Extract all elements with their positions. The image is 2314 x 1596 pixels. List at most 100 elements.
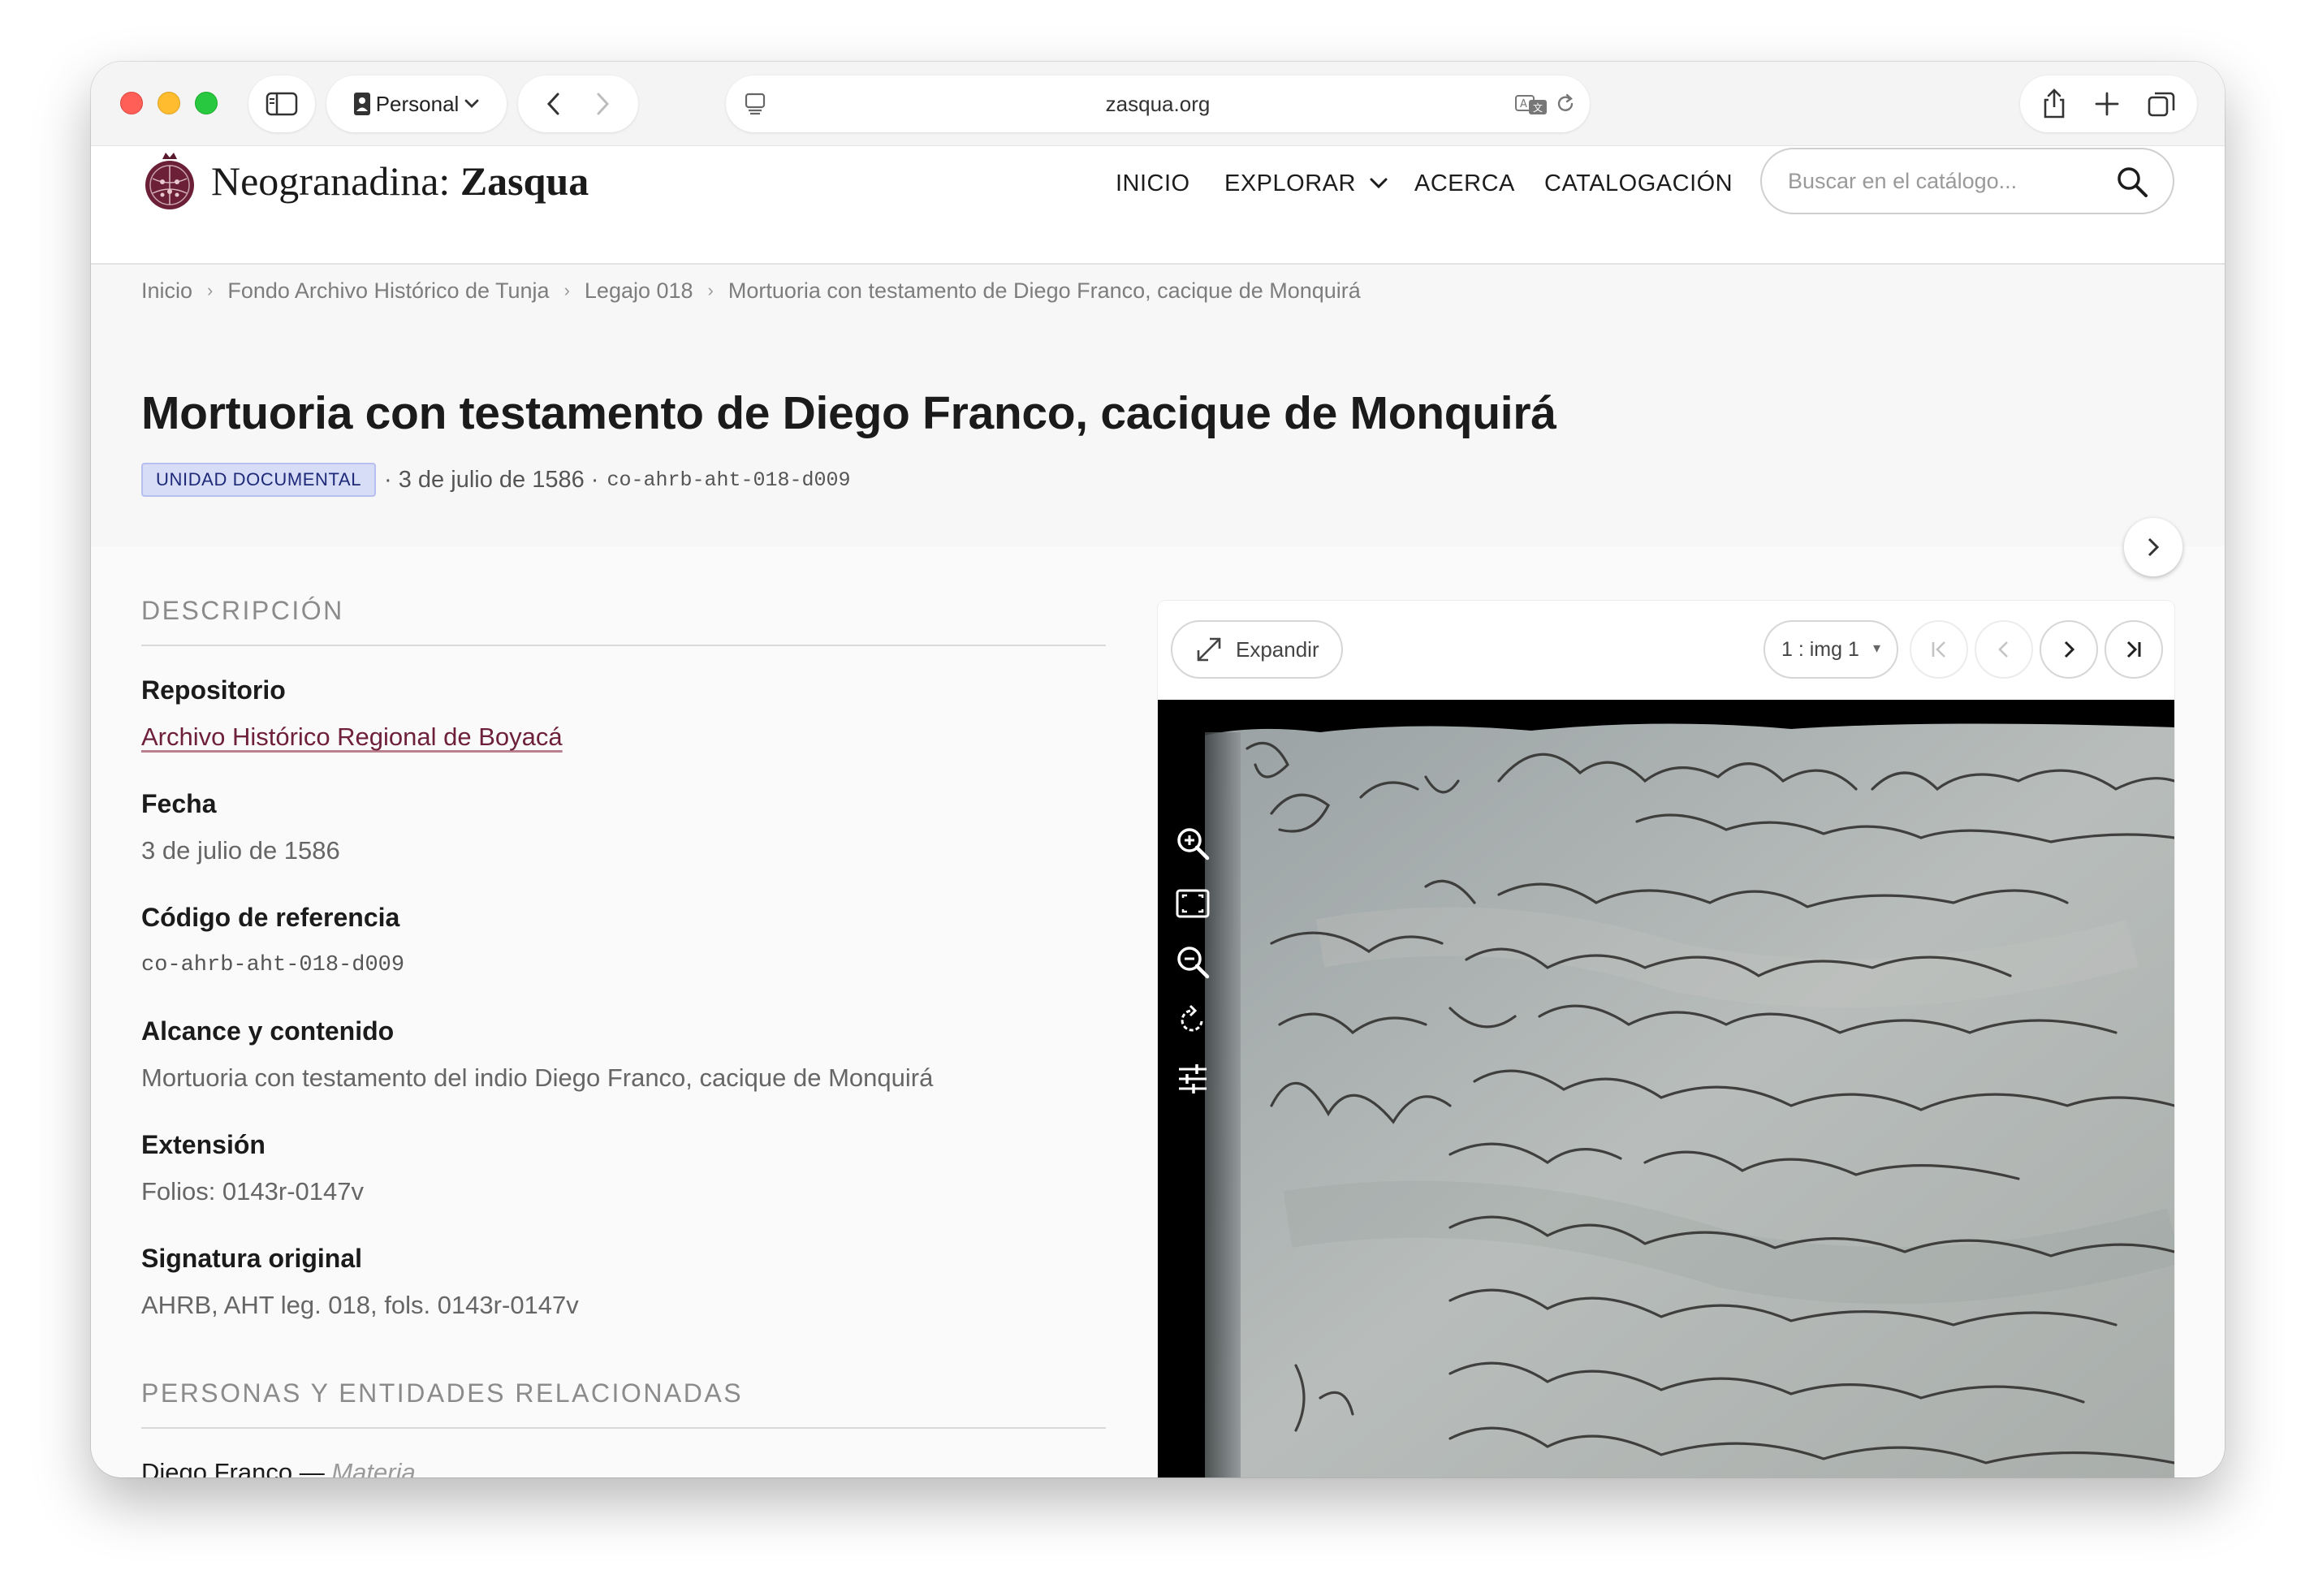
nav-explorar[interactable]: EXPLORAR [1224, 161, 1388, 206]
next-image-button[interactable] [2040, 620, 2098, 679]
record-code: co-ahrb-aht-018-d009 [607, 468, 851, 492]
back-icon[interactable] [544, 91, 563, 117]
image-select[interactable]: 1 : img 1 ▾ [1764, 620, 1898, 679]
nav-catalogacion-label: CATALOGACIÓN [1544, 170, 1733, 196]
repository-link[interactable]: Archivo Histórico Regional de Boyacá [141, 723, 563, 752]
skip-first-icon [1932, 641, 1945, 658]
previous-image-button[interactable] [1975, 620, 2033, 679]
share-icon[interactable] [2041, 88, 2067, 119]
sidebar-icon [266, 92, 298, 116]
forward-icon[interactable] [593, 91, 612, 117]
toolbar-actions [2020, 75, 2197, 132]
breadcrumb-item-fondo[interactable]: Fondo Archivo Histórico de Tunja [227, 278, 549, 304]
image-viewer: Expandir 1 : img 1 ▾ [1158, 601, 2174, 1477]
chevron-down-icon [1370, 178, 1388, 189]
plus-icon[interactable] [2094, 91, 2120, 117]
breadcrumb-separator: › [207, 280, 214, 300]
nav-explorar-label: EXPLORAR [1224, 170, 1356, 196]
related-entity-role: Materia [331, 1458, 416, 1477]
last-image-button[interactable] [2105, 620, 2163, 679]
field-label-fecha: Fecha [141, 789, 217, 818]
nav-inicio[interactable]: INICIO [1116, 161, 1190, 206]
address-bar[interactable]: zasqua.org A文 [726, 75, 1590, 132]
history-nav [518, 75, 638, 132]
expand-label: Expandir [1236, 636, 1319, 662]
breadcrumb: Inicio › Fondo Archivo Histórico de Tunj… [141, 274, 1361, 307]
breadcrumb-item-inicio[interactable]: Inicio [141, 278, 192, 304]
image-select-caret: ▾ [1872, 640, 1880, 656]
zoom-out-button[interactable] [1171, 940, 1215, 984]
svg-text:文: 文 [1533, 101, 1543, 114]
tabs-overview-icon[interactable] [2147, 89, 2176, 119]
record-meta: UNIDAD DOCUMENTAL · 3 de julio de 1586 ·… [141, 461, 851, 498]
record-date: · 3 de julio de 1586 · [384, 466, 599, 493]
field-value-extension: Folios: 0143r-0147v [141, 1177, 364, 1206]
fit-screen-icon [1176, 889, 1210, 918]
nav-acerca-label: ACERCA [1414, 170, 1515, 196]
rotate-button[interactable] [1171, 999, 1215, 1042]
expand-button[interactable]: Expandir [1171, 620, 1343, 679]
field-value-fecha: 3 de julio de 1586 [141, 836, 340, 865]
window-controls [120, 92, 218, 114]
profile-button[interactable]: Personal [326, 75, 507, 132]
viewer-next-page-button[interactable] [2124, 518, 2182, 576]
fit-screen-button[interactable] [1171, 882, 1215, 925]
field-label-extension: Extensión [141, 1130, 266, 1159]
breadcrumb-separator: › [563, 280, 570, 300]
zoom-in-icon [1177, 828, 1210, 861]
chevron-right-icon [2064, 641, 2075, 658]
chevron-right-icon [2148, 537, 2160, 557]
field-label-repositorio: Repositorio [141, 675, 286, 705]
manuscript-scan[interactable] [1158, 700, 2174, 1477]
related-entity-separator: — [292, 1458, 332, 1477]
page-title: Mortuoria con testamento de Diego Franco… [141, 387, 1556, 439]
field-label-codigo: Código de referencia [141, 903, 400, 932]
rotate-icon [1181, 1004, 1203, 1032]
zoom-in-button[interactable] [1171, 822, 1215, 865]
url-text: zasqua.org [1105, 91, 1211, 116]
pomegranate-logo-icon[interactable] [141, 151, 198, 211]
related-entity[interactable]: Diego Franco — Materia [141, 1458, 416, 1477]
field-label-alcance: Alcance y contenido [141, 1016, 395, 1046]
nav-catalogacion[interactable]: CATALOGACIÓN [1544, 161, 1733, 206]
nav-acerca[interactable]: ACERCA [1414, 161, 1515, 206]
sidebar-toggle-button[interactable] [248, 75, 315, 132]
browser-window: Personal zasqua.org A文 Neogranadina: Zas… [91, 62, 2225, 1477]
nav-inicio-label: INICIO [1116, 170, 1190, 196]
manuscript-image [1205, 723, 2174, 1477]
adjust-image-button[interactable] [1171, 1057, 1215, 1101]
field-value-alcance: Mortuoria con testamento del indio Diego… [141, 1063, 934, 1092]
svg-text:A: A [1520, 98, 1527, 110]
reload-icon[interactable] [1554, 93, 1577, 115]
breadcrumb-item-current: Mortuoria con testamento de Diego Franco… [727, 278, 1361, 303]
catalog-search [1760, 148, 2174, 214]
breadcrumb-item-legajo[interactable]: Legajo 018 [585, 278, 693, 304]
adjust-icon [1179, 1064, 1207, 1093]
skip-last-icon [2126, 641, 2141, 658]
search-icon[interactable] [2116, 166, 2148, 198]
breadcrumb-separator: › [707, 280, 714, 300]
browser-toolbar: Personal zasqua.org A文 [91, 62, 2225, 146]
chevron-left-icon [1998, 641, 2008, 658]
minimize-window-button[interactable] [158, 92, 180, 114]
field-value-codigo: co-ahrb-aht-018-d009 [141, 953, 405, 977]
field-label-signatura: Signatura original [141, 1244, 363, 1273]
brand-prefix: Neogranadina: [211, 158, 460, 204]
chevron-down-icon [464, 99, 479, 108]
translate-icon[interactable]: A文 [1515, 93, 1548, 116]
zoom-out-icon [1177, 947, 1210, 979]
search-input[interactable] [1788, 164, 2105, 198]
related-heading: PERSONAS Y ENTIDADES RELACIONADAS [141, 1378, 744, 1408]
zoom-window-button[interactable] [195, 92, 218, 114]
image-select-value: 1 : img 1 [1781, 637, 1859, 661]
page-menu-icon[interactable] [744, 92, 766, 116]
field-value-signatura: AHRB, AHT leg. 018, fols. 0143r-0147v [141, 1291, 579, 1319]
divider [141, 1427, 1106, 1429]
close-window-button[interactable] [120, 92, 143, 114]
site-brand[interactable]: Neogranadina: Zasqua [211, 154, 589, 208]
brand-name: Zasqua [460, 158, 589, 204]
person-icon [353, 93, 370, 115]
related-entity-name: Diego Franco [141, 1458, 293, 1477]
description-heading: DESCRIPCIÓN [141, 596, 344, 625]
first-image-button[interactable] [1910, 620, 1968, 679]
